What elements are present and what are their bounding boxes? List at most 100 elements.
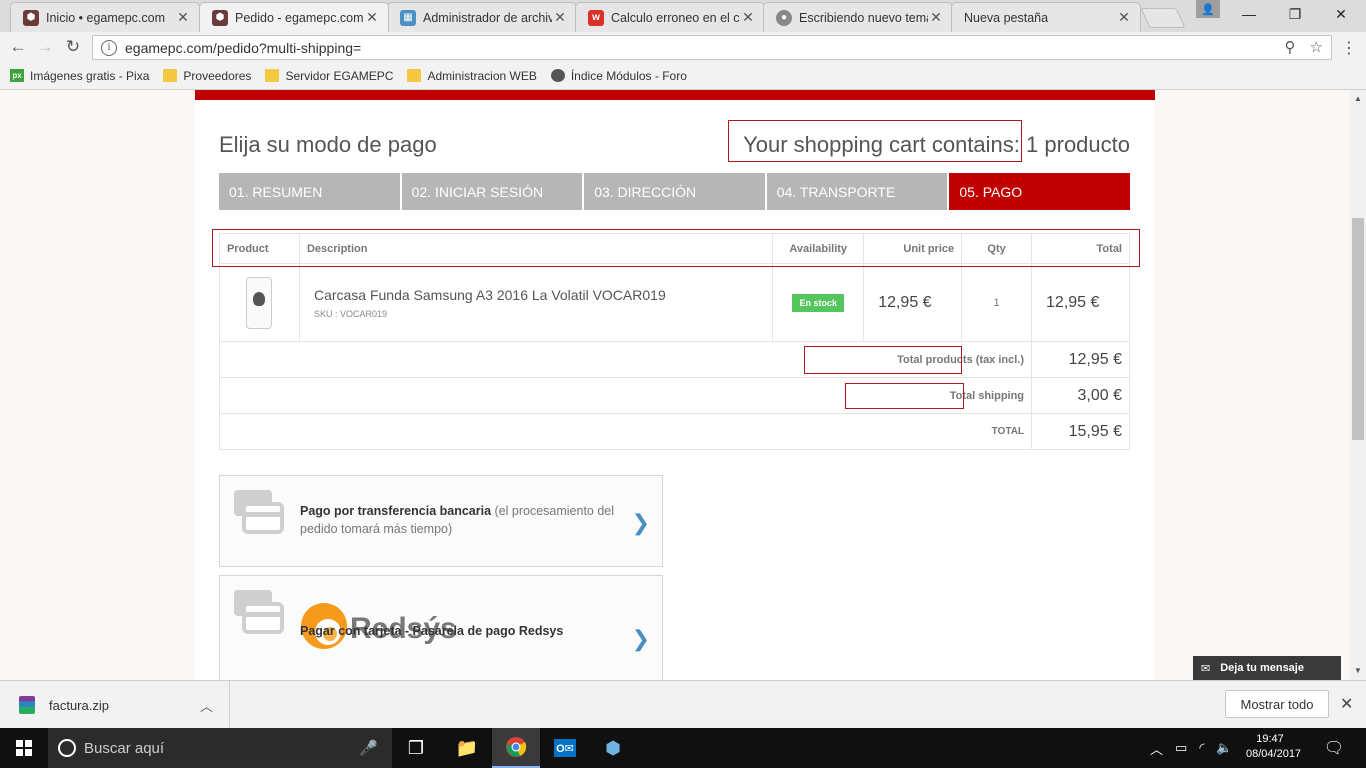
step-pago: 05. PAGO [949,173,1130,210]
window-close-button[interactable]: ✕ [1318,0,1364,28]
credit-card-icon [234,490,284,534]
battery-icon[interactable]: ▭ [1175,740,1187,756]
table-row: Carcasa Funda Samsung A3 2016 La Volatil… [219,263,1130,342]
payment-option-redsys[interactable]: Redsýs Pagar con tarjeta - Pasarela de p… [219,575,663,680]
step-direccion[interactable]: 03. DIRECCIÓN [584,173,765,210]
microphone-icon[interactable]: 🎤 [359,739,378,757]
bookmark-label: Administracion WEB [427,68,537,83]
chevron-up-icon[interactable]: ︿ [200,696,213,715]
close-icon[interactable]: ✕ [552,9,568,26]
tab-inicio[interactable]: ⬢ Inicio • egamepc.com ✕ [10,2,200,32]
volume-icon[interactable]: 🔈 [1216,740,1232,756]
cart-count: 1 producto [1026,132,1130,157]
chevron-up-icon[interactable]: ︿ [1150,739,1163,758]
file-explorer-icon[interactable]: 📁 [443,728,491,768]
tab-escribiendo[interactable]: ● Escribiendo nuevo tema ✕ [763,2,953,32]
cart-summary-text: Your shopping cart contains: [743,132,1020,157]
chat-button[interactable]: ✉ Deja tu mensaje [1193,656,1341,680]
total-shipping-value: 3,00 € [1031,377,1130,414]
chrome-icon[interactable] [492,728,540,768]
info-icon[interactable]: i [101,39,117,56]
scroll-down-icon[interactable]: ▼ [1354,666,1362,675]
bookmarks-bar: px Imágenes gratis - Pixa Proveedores Se… [0,62,1366,90]
close-icon[interactable]: ✕ [364,9,380,26]
zoom-icon[interactable]: ⚲ [1285,38,1296,56]
cortana-icon [58,739,76,757]
step-iniciar-sesion[interactable]: 02. INICIAR SESIÓN [401,173,583,210]
close-icon[interactable]: ✕ [1116,9,1132,26]
credit-card-icon [234,590,284,634]
bookmark-label: Imágenes gratis - Pixa [30,68,150,83]
chrome-icon: ● [776,9,792,26]
wifi-icon[interactable]: ◜ [1199,740,1204,756]
close-icon[interactable]: ✕ [1340,694,1353,714]
tab-nueva[interactable]: Nueva pestaña ✕ [951,2,1141,32]
bookmark-label: Proveedores [183,68,252,83]
chevron-right-icon: ❯ [631,626,650,651]
payment-transfer-title: Pago por transferencia bancaria [300,504,492,518]
product-image[interactable] [246,276,273,329]
tab-title: Nueva pestaña [964,10,1049,25]
tab-administrador[interactable]: ▦ Administrador de archiv ✕ [387,2,577,32]
tab-title: Escribiendo nuevo tema [799,10,928,25]
availability-cell: En stock [772,263,865,342]
download-filename: factura.zip [49,697,109,713]
back-button[interactable]: ← [6,36,30,58]
new-tab-button[interactable] [1140,8,1186,28]
virtualbox-icon[interactable]: ⬢ [589,728,637,768]
close-icon[interactable]: ✕ [928,9,944,26]
close-icon[interactable]: ✕ [740,9,756,26]
taskbar-search[interactable]: Buscar aquí 🎤 [48,728,392,768]
menu-icon[interactable]: ⋮ [1341,38,1357,58]
qty-value: 1 [993,296,1000,309]
clock[interactable]: 19:47 08/04/2017 [1246,732,1302,762]
restore-button[interactable]: ❐ [1272,0,1318,28]
qty-cell: 1 [961,263,1033,342]
bookmark-servidor[interactable]: Servidor EGAMEPC [265,69,393,83]
bookmark-pixabay[interactable]: px Imágenes gratis - Pixa [10,69,149,83]
col-product: Product [219,233,300,264]
table-header-row: Product Description Availability Unit pr… [219,233,1130,264]
payment-option-transfer[interactable]: Pago por transferencia bancaria (el proc… [219,475,663,567]
address-bar[interactable]: i egamepc.com/pedido?multi-shipping= ⚲ ☆ [92,35,1332,60]
show-all-button[interactable]: Mostrar todo [1225,690,1329,718]
bookmark-indice[interactable]: Índice Módulos - Foro [550,69,687,83]
total-shipping-label: Total shipping [218,377,1033,414]
forward-button[interactable]: → [33,36,57,58]
search-placeholder: Buscar aquí [84,739,165,757]
url-text: egamepc.com/pedido?multi-shipping= [125,39,362,56]
tab-pedido[interactable]: ⬢ Pedido - egamepc.com ✕ [199,2,389,32]
file-manager-icon: ▦ [400,9,416,26]
grand-total-value: 15,95 € [1031,413,1130,450]
outlook-icon[interactable]: O✉ [541,728,589,768]
cart-table: Product Description Availability Unit pr… [218,233,1130,450]
step-resumen[interactable]: 01. RESUMEN [219,173,400,210]
bookmark-star-icon[interactable]: ☆ [1310,38,1323,56]
folder-icon [163,69,178,82]
step-transporte[interactable]: 04. TRANSPORTE [766,173,948,210]
scroll-up-icon[interactable]: ▲ [1354,94,1362,103]
bookmark-proveedores[interactable]: Proveedores [163,69,251,83]
clock-date: 08/04/2017 [1246,748,1302,760]
tab-calculo[interactable]: w Calculo erroneo en el ca ✕ [575,2,765,32]
close-icon[interactable]: ✕ [175,9,191,26]
payment-redsys-title: Pagar con tarjeta - Pasarela de pago Red… [300,624,564,638]
line-total: 12,95 € [1046,293,1100,311]
minimize-button[interactable]: — [1226,0,1272,28]
product-name[interactable]: Carcasa Funda Samsung A3 2016 La Volatil… [314,287,765,303]
taskbar: Buscar aquí 🎤 ❐ 📁 O✉ ⬢ ︿ ▭ ◜ 🔈 19:47 08/… [0,728,1366,768]
scrollbar[interactable]: ▲ ▼ [1350,90,1366,680]
notification-icon[interactable]: 🗨 [1310,728,1358,768]
cart-summary: Your shopping cart contains: 1 producto [743,132,1130,158]
bookmark-administracion[interactable]: Administracion WEB [407,68,537,83]
header-red-bar [195,90,1155,100]
chevron-right-icon: ❯ [631,510,650,535]
profile-icon[interactable]: 👤 [1196,0,1220,18]
tab-title: Inicio • egamepc.com [46,10,166,25]
download-item[interactable]: factura.zip ︿ [0,681,230,729]
task-view-icon[interactable]: ❐ [392,728,440,768]
windows-start-icon[interactable] [0,728,48,768]
scrollbar-thumb[interactable] [1352,218,1364,440]
reload-button[interactable]: ↻ [61,36,85,58]
tab-strip: ⬢ Inicio • egamepc.com ✕ ⬢ Pedido - egam… [0,0,1366,32]
